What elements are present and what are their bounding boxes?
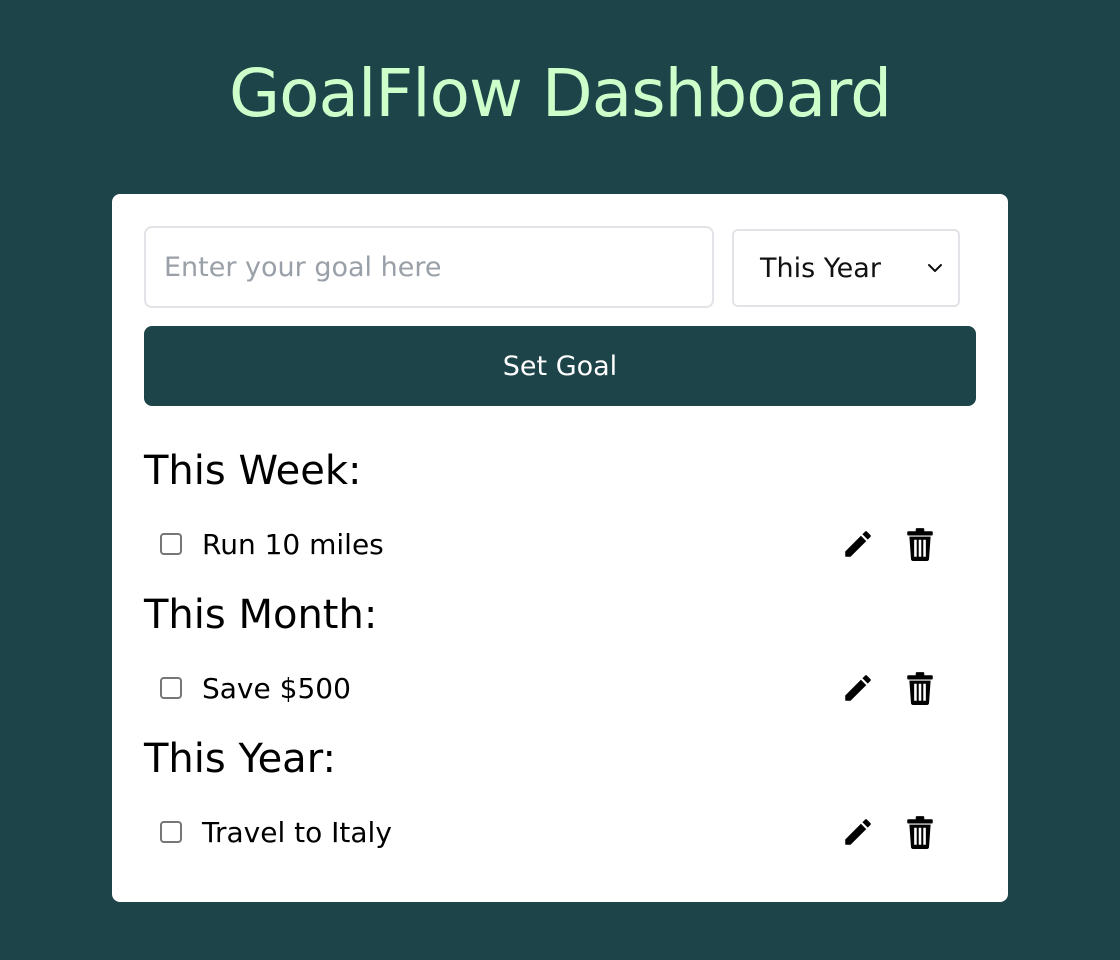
goal-card: This Year Set Goal This Week: Run 10 mil… (112, 194, 1008, 902)
goal-text: Save $500 (202, 671, 351, 705)
section-title-year: This Year: (144, 736, 336, 782)
pencil-icon[interactable] (838, 668, 878, 708)
goal-checkbox[interactable] (160, 821, 182, 843)
trash-icon[interactable] (900, 524, 940, 564)
chevron-down-icon (926, 259, 944, 277)
goal-text: Travel to Italy (202, 815, 392, 849)
trash-icon[interactable] (900, 812, 940, 852)
pencil-icon[interactable] (838, 524, 878, 564)
goal-row: Travel to Italy (160, 808, 940, 856)
goal-row: Run 10 miles (160, 520, 940, 568)
trash-icon[interactable] (900, 668, 940, 708)
section-title-week: This Week: (144, 448, 362, 494)
pencil-icon[interactable] (838, 812, 878, 852)
section-title-month: This Month: (144, 592, 378, 638)
goal-text: Run 10 miles (202, 527, 384, 561)
set-goal-button[interactable]: Set Goal (144, 326, 976, 406)
period-select-value: This Year (760, 252, 881, 284)
goal-row: Save $500 (160, 664, 940, 712)
goal-input[interactable] (144, 226, 714, 308)
goal-checkbox[interactable] (160, 533, 182, 555)
page-title: GoalFlow Dashboard (228, 55, 892, 132)
period-select[interactable]: This Year (732, 229, 960, 307)
goal-checkbox[interactable] (160, 677, 182, 699)
